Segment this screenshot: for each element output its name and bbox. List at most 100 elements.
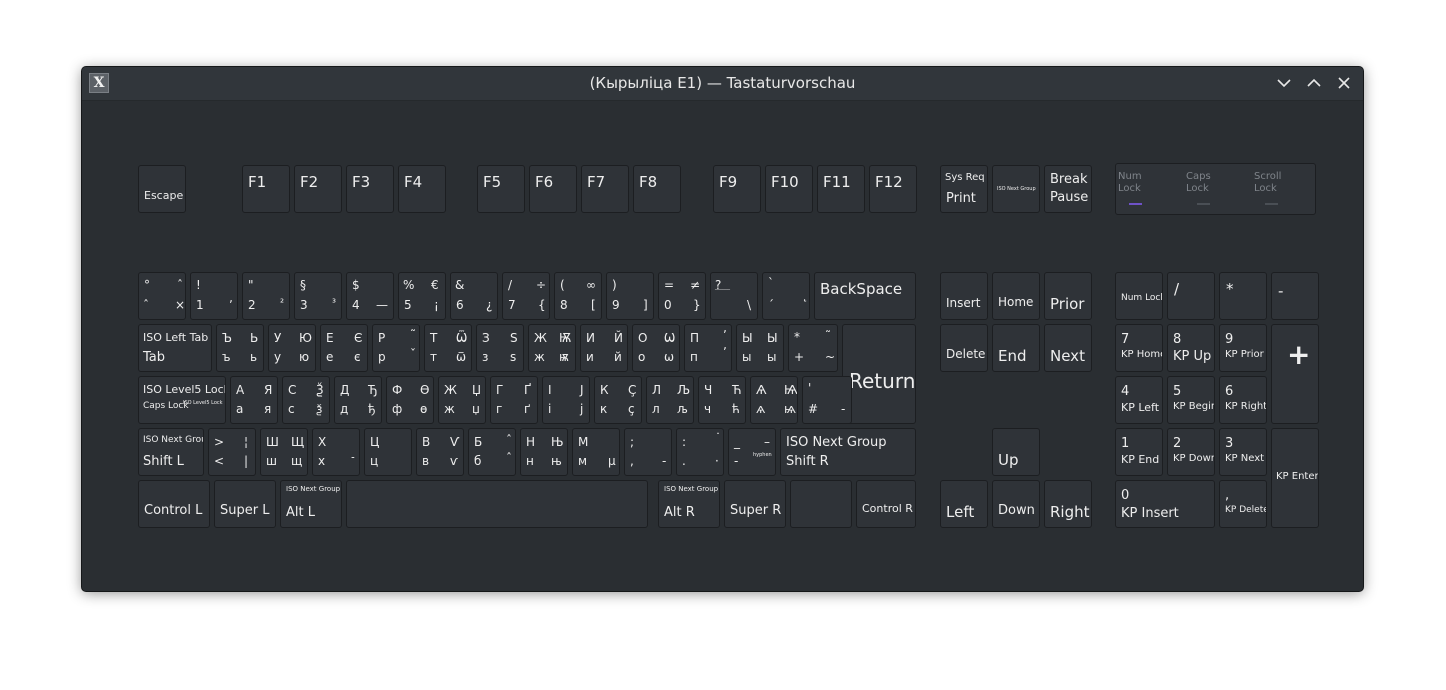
key-alt-left[interactable]: ISO Next Group Alt L	[280, 480, 342, 528]
key-kp-subtract[interactable]: -	[1271, 272, 1319, 320]
key-intl-backslash[interactable]: > ¦ < |	[208, 428, 256, 476]
key-kp-6[interactable]: 6 KP Right	[1219, 376, 1267, 424]
key-f8[interactable]: F8	[633, 165, 681, 213]
key-f11[interactable]: F11	[817, 165, 865, 213]
key-tab[interactable]: ISO Left Tab Tab	[138, 324, 212, 372]
key-key-h[interactable]: Г Ґг ґ	[490, 376, 538, 424]
key-key-t[interactable]: Т Ѿт ѿ	[424, 324, 472, 372]
key-key-m[interactable]: Мм µ	[572, 428, 620, 476]
key-minus[interactable]: ? ‾‾‾‾‾‾ \	[710, 272, 758, 320]
key-backspace[interactable]: BackSpace	[814, 272, 916, 320]
key-left[interactable]: Left	[940, 480, 988, 528]
key-kp-4[interactable]: 4 KP Left	[1115, 376, 1163, 424]
key-key-q[interactable]: Ъ Ьъ ь	[216, 324, 264, 372]
key-menu[interactable]	[790, 480, 852, 528]
key-key-e[interactable]: Е Єе є	[320, 324, 368, 372]
key-digit-6[interactable]: & 6 ¿	[450, 272, 498, 320]
key-apostrophe[interactable]: Ѧ Ѩѧ ѩ	[750, 376, 798, 424]
key-key-j[interactable]: І Јі ј	[542, 376, 590, 424]
key-kp-decimal[interactable]: , KP Delete	[1219, 480, 1267, 528]
key-key-u[interactable]: ЖѬжѭ	[528, 324, 576, 372]
key-scroll-lock-key[interactable]: ISO Next Group	[992, 165, 1040, 213]
key-key-i[interactable]: И Йи й	[580, 324, 628, 372]
key-alt-right[interactable]: ISO Next Group Alt R	[658, 480, 720, 528]
key-shift-left[interactable]: ISO Next Group Shift L	[138, 428, 204, 476]
key-key-a[interactable]: А Яа я	[230, 376, 278, 424]
key-prior[interactable]: Prior	[1044, 272, 1092, 320]
key-digit-5[interactable]: % €5 ¡	[398, 272, 446, 320]
key-digit-7[interactable]: / ÷ 7 {	[502, 272, 550, 320]
key-comma[interactable]: ;, -	[624, 428, 672, 476]
chevron-up-icon[interactable]	[1306, 75, 1322, 91]
key-super-left[interactable]: Super L	[214, 480, 276, 528]
key-kp-7[interactable]: 7 KP Home	[1115, 324, 1163, 372]
key-kp-0[interactable]: 0 KP Insert	[1115, 480, 1215, 528]
key-key-s[interactable]: С Ѯс ѯ	[282, 376, 330, 424]
key-key-n[interactable]: Н Њн њ	[520, 428, 568, 476]
key-digit-8[interactable]: (∞ 8 [	[554, 272, 602, 320]
key-kp-8[interactable]: 8 KP Up	[1167, 324, 1215, 372]
key-shift-right[interactable]: ISO Next Group Shift R	[780, 428, 916, 476]
key-key-p[interactable]: П ʼ п ʼ	[684, 324, 732, 372]
key-grave[interactable]: ° ˆ ˆ ×	[138, 272, 186, 320]
key-slash[interactable]: _ – - hyphen	[728, 428, 776, 476]
key-key-r[interactable]: Р ˜ р ˇ	[372, 324, 420, 372]
key-key-w[interactable]: У Юу ю	[268, 324, 316, 372]
key-digit-2[interactable]: " 2 ²	[242, 272, 290, 320]
key-f5[interactable]: F5	[477, 165, 525, 213]
key-delete[interactable]: Delete	[940, 324, 988, 372]
key-digit-9[interactable]: ) 9]	[606, 272, 654, 320]
key-digit-0[interactable]: = ≠ 0}	[658, 272, 706, 320]
key-insert[interactable]: Insert	[940, 272, 988, 320]
key-control-right[interactable]: Control R	[856, 480, 916, 528]
key-f6[interactable]: F6	[529, 165, 577, 213]
key-caps-lock-key[interactable]: ISO Level5 Lock Caps Lock ISO Level5 Lock	[138, 376, 226, 424]
title-bar[interactable]: X (Кырыліца E1) — Tastaturvorschau	[82, 67, 1363, 101]
key-escape[interactable]: Escape	[138, 165, 186, 213]
key-next[interactable]: Next	[1044, 324, 1092, 372]
key-digit-3[interactable]: § 3 ³	[294, 272, 342, 320]
key-kp-9[interactable]: 9 KP Prior	[1219, 324, 1267, 372]
key-right[interactable]: Right	[1044, 480, 1092, 528]
key-kp-add[interactable]: +	[1271, 324, 1319, 424]
key-key-y[interactable]: З Ѕз ѕ	[476, 324, 524, 372]
key-key-d[interactable]: Д Ђд ђ	[334, 376, 382, 424]
key-f3[interactable]: F3	[346, 165, 394, 213]
key-num-lock-key[interactable]: Num Lock	[1115, 272, 1163, 320]
key-up[interactable]: Up	[992, 428, 1040, 476]
close-icon[interactable]	[1336, 75, 1352, 91]
key-digit-4[interactable]: $4 —	[346, 272, 394, 320]
key-kp-multiply[interactable]: *	[1219, 272, 1267, 320]
key-key-o[interactable]: О Ѡо ѡ	[632, 324, 680, 372]
key-bracket-left[interactable]: ЫЫы ы	[736, 324, 784, 372]
key-f4[interactable]: F4	[398, 165, 446, 213]
key-kp-3[interactable]: 3 KP Next	[1219, 428, 1267, 476]
key-end[interactable]: End	[992, 324, 1040, 372]
key-super-right[interactable]: Super R	[724, 480, 786, 528]
key-digit-1[interactable]: ! 1 ʼ	[190, 272, 238, 320]
key-f7[interactable]: F7	[581, 165, 629, 213]
key-control-left[interactable]: Control L	[138, 480, 210, 528]
key-space[interactable]	[346, 480, 648, 528]
key-key-f[interactable]: Ф Ѳф ѳ	[386, 376, 434, 424]
key-print[interactable]: Sys Req Print	[940, 165, 988, 213]
key-kp-1[interactable]: 1 KP End	[1115, 428, 1163, 476]
key-return[interactable]: Return	[842, 324, 916, 424]
key-key-c[interactable]: Цц	[364, 428, 412, 476]
key-backslash[interactable]: ' # -	[802, 376, 852, 424]
key-key-b[interactable]: Б ˆ б ˆ	[468, 428, 516, 476]
key-f9[interactable]: F9	[713, 165, 761, 213]
key-kp-5[interactable]: 5 KP Begin	[1167, 376, 1215, 424]
key-key-v[interactable]: В Ѵв ѵ	[416, 428, 464, 476]
key-f2[interactable]: F2	[294, 165, 342, 213]
key-kp-enter[interactable]: KP Enter	[1271, 428, 1319, 528]
key-key-l[interactable]: Л Љл љ	[646, 376, 694, 424]
key-bracket-right[interactable]: * ˜ + ~	[788, 324, 838, 372]
key-kp-divide[interactable]: /	[1167, 272, 1215, 320]
key-period[interactable]: : ˙. ·	[676, 428, 724, 476]
key-key-k[interactable]: К Ҫк ҫ	[594, 376, 642, 424]
key-key-x[interactable]: Хх ˗	[312, 428, 360, 476]
key-f1[interactable]: F1	[242, 165, 290, 213]
key-down[interactable]: Down	[992, 480, 1040, 528]
key-home[interactable]: Home	[992, 272, 1040, 320]
